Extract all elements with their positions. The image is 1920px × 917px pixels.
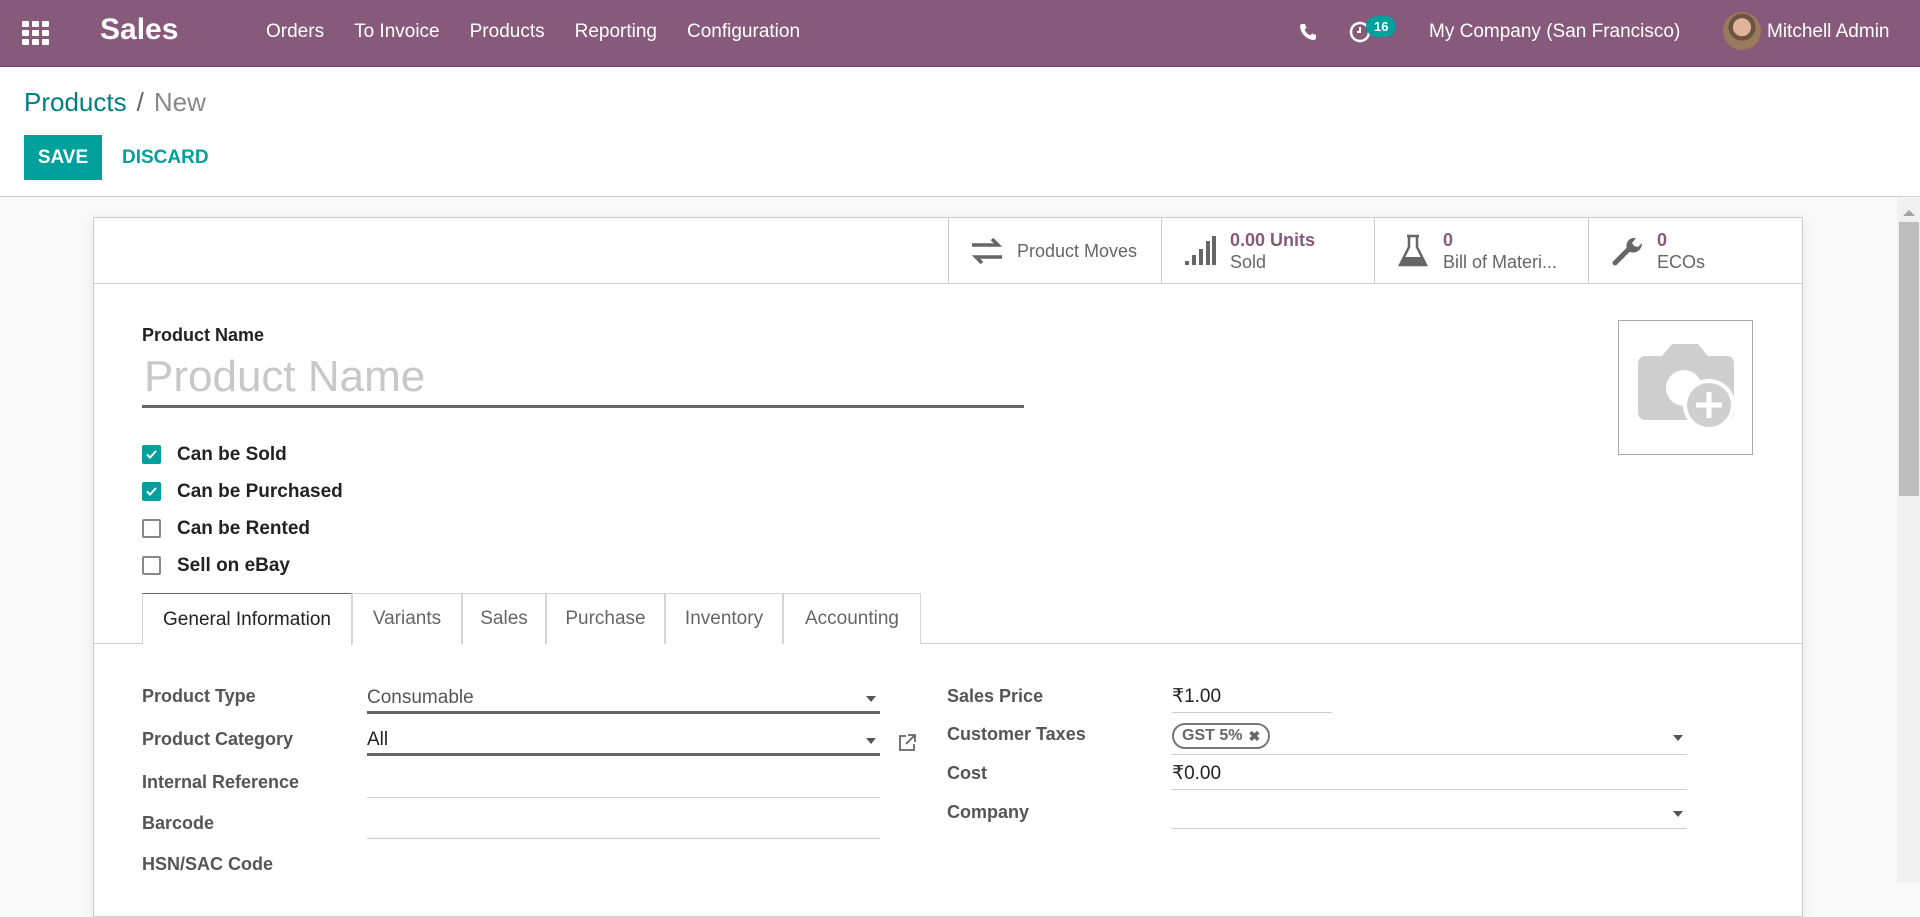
tax-tag-label: GST 5% [1182,727,1243,744]
chevron-down-icon [866,696,876,702]
breadcrumb-products[interactable]: Products [24,87,127,117]
camera-plus-icon [1637,343,1735,431]
can-be-rented-checkbox[interactable]: Can be Rented [142,510,343,547]
product-moves-label: Product Moves [1017,241,1138,261]
product-category-value: All [367,729,389,750]
internal-reference-input[interactable] [367,768,880,798]
checkbox-unchecked-icon[interactable] [142,519,161,538]
tab-variants[interactable]: Variants [352,593,462,644]
company-label: Company [947,802,1030,822]
customer-taxes-label: Customer Taxes [947,724,1086,744]
form-view: Product Moves 0.00 Units Sold 0 Bill of … [0,198,1897,917]
can-be-rented-label: Can be Rented [177,517,311,539]
checkbox-checked-icon[interactable] [142,445,161,464]
tab-accounting[interactable]: Accounting [783,593,921,644]
activity-count-badge: 16 [1366,16,1397,37]
vertical-scrollbar[interactable] [1897,198,1920,883]
product-type-select[interactable]: Consumable [367,684,880,714]
bom-label: Bill of Materi... [1443,252,1558,272]
checkbox-unchecked-icon[interactable] [142,556,161,575]
notebook-tabs: General Information Variants Sales Purch… [94,593,1802,645]
units-sold-value: 0.00 Units [1230,230,1316,250]
company-switcher[interactable]: My Company (San Francisco) [1429,21,1680,43]
checkbox-checked-icon[interactable] [142,482,161,501]
app-grid-icon[interactable] [22,21,50,45]
hsn-sac-code-label: HSN/SAC Code [142,854,274,874]
menu-products[interactable]: Products [470,21,545,43]
product-name-input[interactable] [142,348,1024,408]
product-type-value: Consumable [367,687,474,708]
product-flags: Can be Sold Can be Purchased Can be Rent… [142,436,343,584]
units-sold-button[interactable]: 0.00 Units Sold [1161,218,1374,284]
app-title[interactable]: Sales [100,13,178,47]
tab-general-information[interactable]: General Information [142,593,352,645]
can-be-sold-checkbox[interactable]: Can be Sold [142,436,343,473]
discard-button[interactable]: DISCARD [118,135,213,180]
flask-icon [1395,233,1431,269]
tab-purchase[interactable]: Purchase [546,593,665,644]
product-type-label: Product Type [142,686,256,706]
menu-configuration[interactable]: Configuration [687,21,800,43]
remove-tag-icon[interactable]: ✖ [1248,722,1260,750]
bill-of-materials-button[interactable]: 0 Bill of Materi... [1374,218,1588,284]
menu-reporting[interactable]: Reporting [575,21,657,43]
user-avatar[interactable] [1723,12,1761,50]
tab-sales[interactable]: Sales [462,593,546,644]
transfer-arrows-icon [969,233,1005,269]
breadcrumb: Products / New [24,87,206,118]
chevron-down-icon [1673,735,1683,741]
signal-bars-icon [1182,233,1218,269]
product-image-upload[interactable] [1618,320,1753,455]
wrench-icon [1609,233,1645,269]
can-be-purchased-label: Can be Purchased [177,480,343,502]
breadcrumb-current: New [153,87,206,117]
ecos-button[interactable]: 0 ECOs [1588,218,1802,284]
scroll-up-arrow-icon[interactable] [1903,210,1915,216]
menu-to-invoice[interactable]: To Invoice [354,21,440,43]
top-navbar: Sales Orders To Invoice Products Reporti… [0,0,1920,67]
tab-inventory[interactable]: Inventory [665,593,783,644]
cost-input[interactable]: ₹0.00 [1172,760,1687,790]
barcode-input[interactable] [367,809,880,839]
sales-price-label: Sales Price [947,686,1044,706]
units-sold-label: Sold [1230,252,1267,272]
main-menu: Orders To Invoice Products Reporting Con… [266,21,830,43]
customer-taxes-input[interactable]: GST 5% ✖ [1172,721,1687,755]
chevron-down-icon [866,738,876,744]
breadcrumb-separator: / [136,87,144,117]
can-be-sold-label: Can be Sold [177,443,287,465]
sell-on-ebay-label: Sell on eBay [177,554,290,576]
sales-price-input[interactable]: ₹1.00 [1172,683,1332,713]
form-sheet: Product Moves 0.00 Units Sold 0 Bill of … [93,217,1803,917]
smart-button-box: Product Moves 0.00 Units Sold 0 Bill of … [94,218,1802,284]
ecos-count: 0 [1657,230,1668,250]
product-category-label: Product Category [142,729,294,749]
phone-icon[interactable] [1298,22,1318,42]
internal-reference-label: Internal Reference [142,772,300,792]
cost-label: Cost [947,763,987,783]
product-category-select[interactable]: All [367,726,880,756]
ecos-label: ECOs [1657,252,1706,272]
can-be-purchased-checkbox[interactable]: Can be Purchased [142,473,343,510]
bom-count: 0 [1443,230,1454,250]
control-panel: Products / New SAVE DISCARD [0,67,1920,197]
sell-on-ebay-checkbox[interactable]: Sell on eBay [142,547,343,584]
chevron-down-icon [1673,811,1683,817]
menu-orders[interactable]: Orders [266,21,324,43]
external-link-icon[interactable] [897,733,917,753]
product-moves-button[interactable]: Product Moves [948,218,1161,284]
product-name-label: Product Name [142,325,265,345]
company-select[interactable] [1172,799,1687,829]
barcode-label: Barcode [142,813,215,833]
user-menu[interactable]: Mitchell Admin [1767,21,1890,43]
scrollbar-thumb[interactable] [1899,222,1919,496]
tax-tag: GST 5% ✖ [1172,722,1271,750]
save-button[interactable]: SAVE [24,135,102,180]
